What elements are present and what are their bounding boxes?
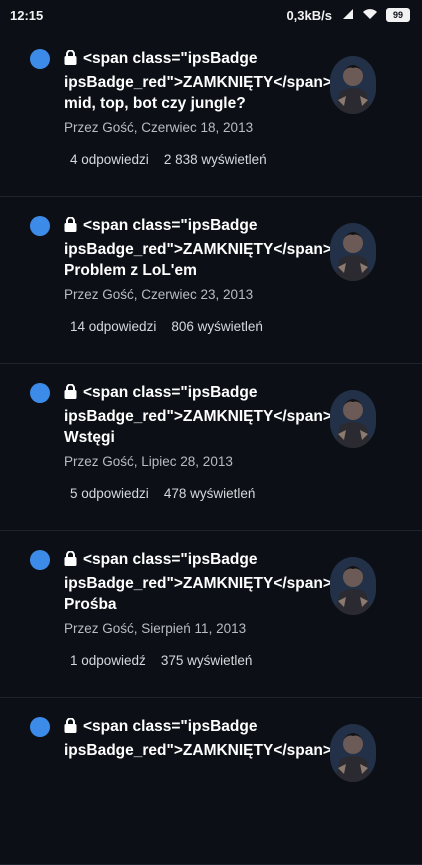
status-indicators: 0,3kB/s 99	[286, 8, 410, 23]
replies-count: 4 odpowiedzi	[70, 152, 149, 167]
replies-count: 14 odpowiedzi	[70, 319, 157, 334]
topic-meta: Przez Gość, Czerwiec 18, 2013	[64, 120, 254, 135]
topic-item[interactable]: <span class="ipsBadge ipsBadge_red">ZAMK…	[0, 30, 422, 197]
lock-icon	[64, 49, 77, 72]
topic-title-container[interactable]: <span class="ipsBadge ipsBadge_red">ZAMK…	[64, 382, 332, 449]
topic-item[interactable]: <span class="ipsBadge ipsBadge_red">ZAMK…	[0, 698, 422, 865]
views-count: 375 wyświetleń	[160, 653, 253, 668]
topic-title-container[interactable]: <span class="ipsBadge ipsBadge_red">ZAMK…	[64, 716, 332, 761]
unread-indicator-icon	[30, 550, 50, 570]
avatar[interactable]	[330, 56, 376, 114]
views-count: 2 838 wyświetleń	[163, 152, 267, 167]
unread-indicator-icon	[30, 216, 50, 236]
topic-title-container[interactable]: <span class="ipsBadge ipsBadge_red">ZAMK…	[64, 215, 332, 282]
lock-icon	[64, 383, 77, 406]
topic-title-container[interactable]: <span class="ipsBadge ipsBadge_red">ZAMK…	[64, 549, 332, 616]
lock-icon	[64, 717, 77, 740]
avatar[interactable]	[330, 724, 376, 782]
signal-icon	[340, 8, 354, 23]
topic-title-container[interactable]: <span class="ipsBadge ipsBadge_red">ZAMK…	[64, 48, 332, 115]
unread-indicator-icon	[30, 717, 50, 737]
avatar[interactable]	[330, 223, 376, 281]
status-time: 12:15	[10, 7, 44, 23]
topic-stats: 14 odpowiedzi 806 wyświetleń	[70, 319, 263, 334]
topic-title[interactable]: <span class="ipsBadge ipsBadge_red">ZAMK…	[64, 551, 332, 613]
topic-meta: Przez Gość, Sierpień 11, 2013	[64, 621, 247, 636]
battery-icon: 99	[386, 8, 410, 22]
avatar[interactable]	[330, 557, 376, 615]
topic-title[interactable]: <span class="ipsBadge ipsBadge_red">ZAMK…	[64, 50, 332, 112]
unread-indicator-icon	[30, 49, 50, 69]
avatar[interactable]	[330, 390, 376, 448]
views-count: 806 wyświetleń	[171, 319, 263, 334]
status-bar: 12:15 0,3kB/s 99	[0, 0, 422, 30]
topic-stats: 4 odpowiedzi 2 838 wyświetleń	[70, 152, 267, 167]
topic-item[interactable]: <span class="ipsBadge ipsBadge_red">ZAMK…	[0, 531, 422, 698]
lock-icon	[64, 550, 77, 573]
topic-title[interactable]: <span class="ipsBadge ipsBadge_red">ZAMK…	[64, 384, 332, 446]
views-count: 478 wyświetleń	[163, 486, 256, 501]
topic-stats: 5 odpowiedzi 478 wyświetleń	[70, 486, 255, 501]
topic-item[interactable]: <span class="ipsBadge ipsBadge_red">ZAMK…	[0, 364, 422, 531]
lock-icon	[64, 216, 77, 239]
topic-title[interactable]: <span class="ipsBadge ipsBadge_red">ZAMK…	[64, 217, 332, 279]
topic-meta: Przez Gość, Lipiec 28, 2013	[64, 454, 233, 469]
wifi-icon	[362, 8, 378, 23]
topic-title[interactable]: <span class="ipsBadge ipsBadge_red">ZAMK…	[64, 718, 332, 759]
replies-count: 1 odpowiedź	[70, 653, 146, 668]
topic-list: <span class="ipsBadge ipsBadge_red">ZAMK…	[0, 30, 422, 865]
replies-count: 5 odpowiedzi	[70, 486, 149, 501]
topic-meta: Przez Gość, Czerwiec 23, 2013	[64, 287, 254, 302]
topic-item[interactable]: <span class="ipsBadge ipsBadge_red">ZAMK…	[0, 197, 422, 364]
network-speed: 0,3kB/s	[286, 7, 332, 23]
unread-indicator-icon	[30, 383, 50, 403]
topic-stats: 1 odpowiedź 375 wyświetleń	[70, 653, 252, 668]
